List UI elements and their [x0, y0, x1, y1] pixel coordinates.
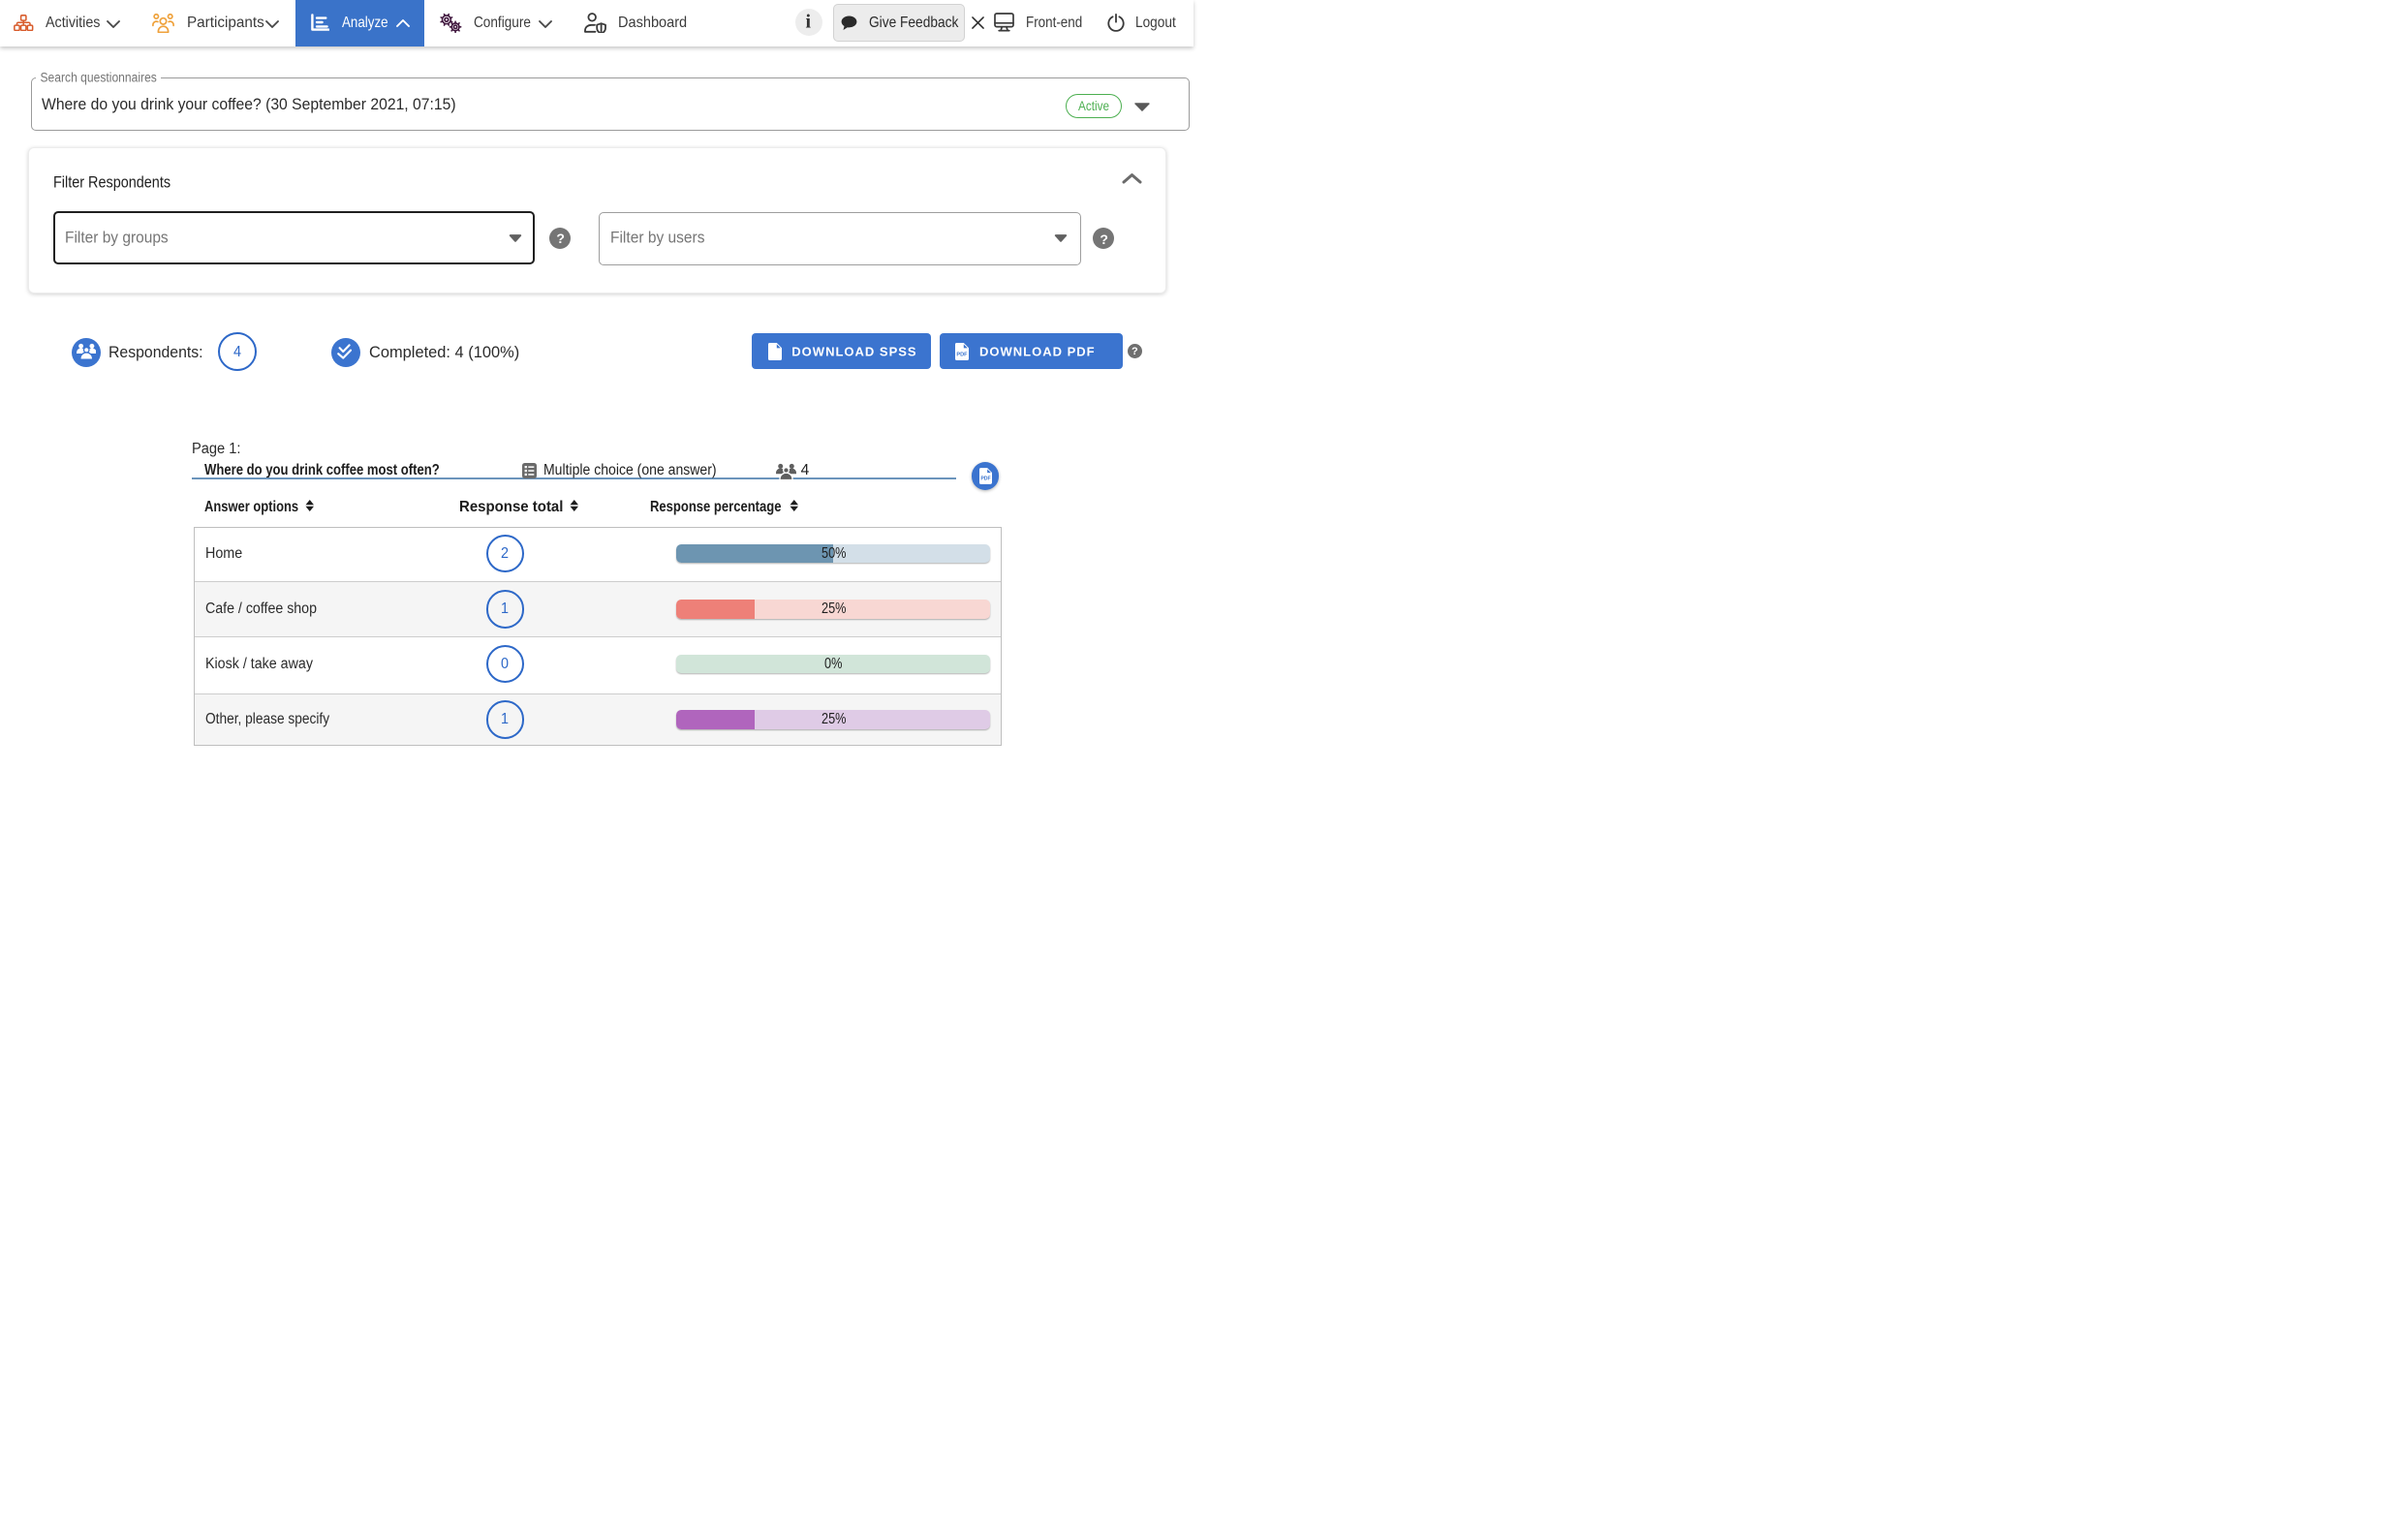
svg-text:PDF: PDF: [956, 352, 968, 357]
svg-text:PDF: PDF: [980, 476, 990, 481]
